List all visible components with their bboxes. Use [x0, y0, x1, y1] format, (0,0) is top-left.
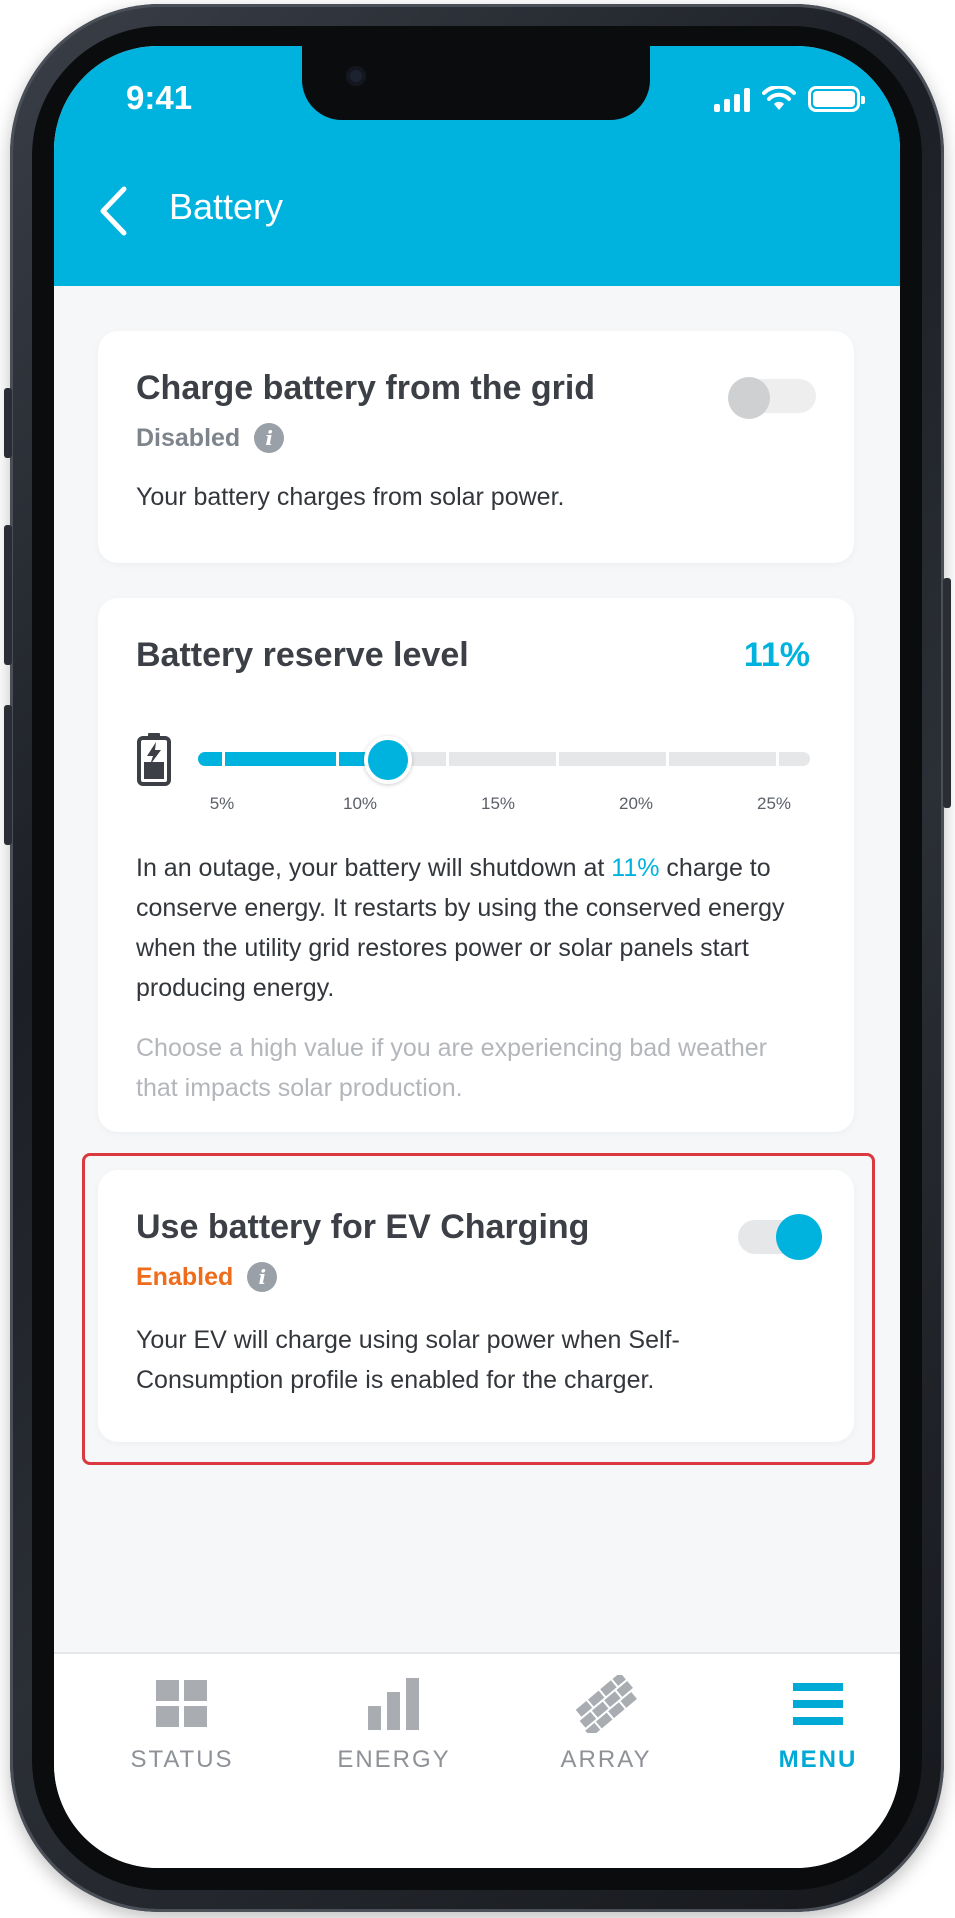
- toggle-knob: [728, 377, 770, 419]
- reserve-description: In an outage, your battery will shutdown…: [136, 848, 826, 1008]
- tab-array[interactable]: ARRAY: [516, 1674, 696, 1784]
- slider-tick-label: 20%: [618, 794, 654, 813]
- grid-charge-description: Your battery charges from solar power.: [136, 483, 565, 511]
- info-icon[interactable]: i: [254, 423, 285, 453]
- reserve-card: Battery reserve level 11% 5% 10% 15% 20% 25%: [98, 598, 854, 1132]
- slider-tick: [666, 752, 669, 766]
- side-button-volume-up: [4, 525, 12, 665]
- screen: 9:41 Battery Charge battery from the gri…: [54, 46, 900, 1868]
- slider-tick-label: 10%: [342, 794, 378, 813]
- battery-charging-icon: [137, 733, 171, 786]
- reserve-value: 11%: [743, 636, 810, 674]
- solar-array-icon: [575, 1674, 637, 1734]
- signal-icon: [714, 88, 750, 112]
- reserve-desc-text: In an outage, your battery will shutdown…: [136, 854, 612, 882]
- grid-charge-status-row: Disabled i: [136, 423, 285, 453]
- slider-thumb[interactable]: [363, 736, 412, 784]
- grid-icon: [156, 1674, 208, 1734]
- slider-tick: [556, 752, 559, 766]
- highlight-box: [82, 1153, 875, 1465]
- tab-status[interactable]: STATUS: [92, 1674, 272, 1784]
- grid-charge-status: Disabled: [136, 423, 241, 452]
- battery-status-icon: [808, 86, 865, 112]
- slider-tick: [446, 752, 449, 766]
- slider-track[interactable]: [198, 736, 810, 784]
- status-time: 9:41: [126, 79, 193, 116]
- menu-icon: [793, 1674, 843, 1734]
- slider-tick: [776, 752, 779, 766]
- slider-tick-label: 5%: [209, 794, 235, 813]
- side-button-mute: [4, 388, 12, 458]
- side-button-volume-down: [4, 705, 12, 845]
- slider-tick-label: 25%: [756, 794, 792, 813]
- slider-tick: [222, 752, 225, 766]
- chevron-left-icon: [100, 186, 127, 236]
- reserve-hint: Choose a high value if you are experienc…: [136, 1034, 767, 1102]
- tab-energy[interactable]: ENERGY: [304, 1674, 484, 1784]
- tab-label: ENERGY: [337, 1746, 451, 1773]
- tab-label: MENU: [778, 1746, 858, 1773]
- wifi-icon: [762, 86, 796, 110]
- reserve-slider[interactable]: 5% 10% 15% 20% 25%: [136, 726, 826, 846]
- camera: [346, 66, 366, 86]
- grid-charge-toggle[interactable]: [728, 377, 816, 419]
- page-title: Battery: [169, 186, 284, 227]
- tab-menu[interactable]: MENU: [728, 1674, 900, 1784]
- slider-fill: [198, 752, 388, 766]
- bar-chart-icon: [368, 1674, 420, 1734]
- reserve-title: Battery reserve level: [136, 636, 469, 674]
- reserve-desc-value: 11%: [611, 854, 660, 882]
- back-button[interactable]: [88, 176, 138, 246]
- slider-tick: [336, 752, 339, 766]
- slider-tick-label: 15%: [480, 794, 516, 813]
- tab-bar: STATUS ENERGY ARRAY MENU: [54, 1652, 900, 1868]
- side-button-power: [943, 578, 951, 808]
- status-icons: [714, 82, 865, 112]
- tab-label: STATUS: [130, 1746, 234, 1773]
- grid-charge-card: Charge battery from the grid Disabled i …: [98, 331, 854, 563]
- grid-charge-title: Charge battery from the grid: [136, 369, 596, 407]
- tab-label: ARRAY: [560, 1746, 652, 1773]
